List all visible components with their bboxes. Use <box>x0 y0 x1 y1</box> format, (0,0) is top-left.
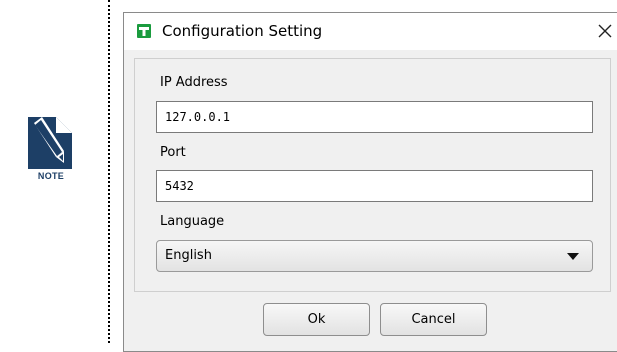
title-bar[interactable]: Configuration Setting <box>124 13 617 50</box>
close-icon <box>598 24 612 38</box>
note-callout: NOTE <box>24 113 78 181</box>
configuration-dialog: Configuration Setting IP Address 127.0.0… <box>123 12 617 352</box>
green-app-icon <box>137 24 151 38</box>
language-selected-value: English <box>165 248 212 263</box>
port-field[interactable]: 5432 <box>156 170 593 202</box>
ip-address-label: IP Address <box>160 75 228 90</box>
ip-address-field[interactable]: 127.0.0.1 <box>156 101 593 133</box>
port-label: Port <box>160 145 186 160</box>
note-label: NOTE <box>37 171 65 181</box>
close-button[interactable] <box>592 18 617 44</box>
cancel-button[interactable]: Cancel <box>380 303 487 336</box>
ok-button[interactable]: Ok <box>263 303 370 336</box>
dialog-title: Configuration Setting <box>162 22 323 40</box>
language-label: Language <box>160 214 225 229</box>
language-select[interactable]: English <box>156 240 593 272</box>
dotted-separator <box>108 0 110 343</box>
dropdown-arrow-icon <box>567 253 579 260</box>
pencil-note-icon <box>28 117 72 169</box>
